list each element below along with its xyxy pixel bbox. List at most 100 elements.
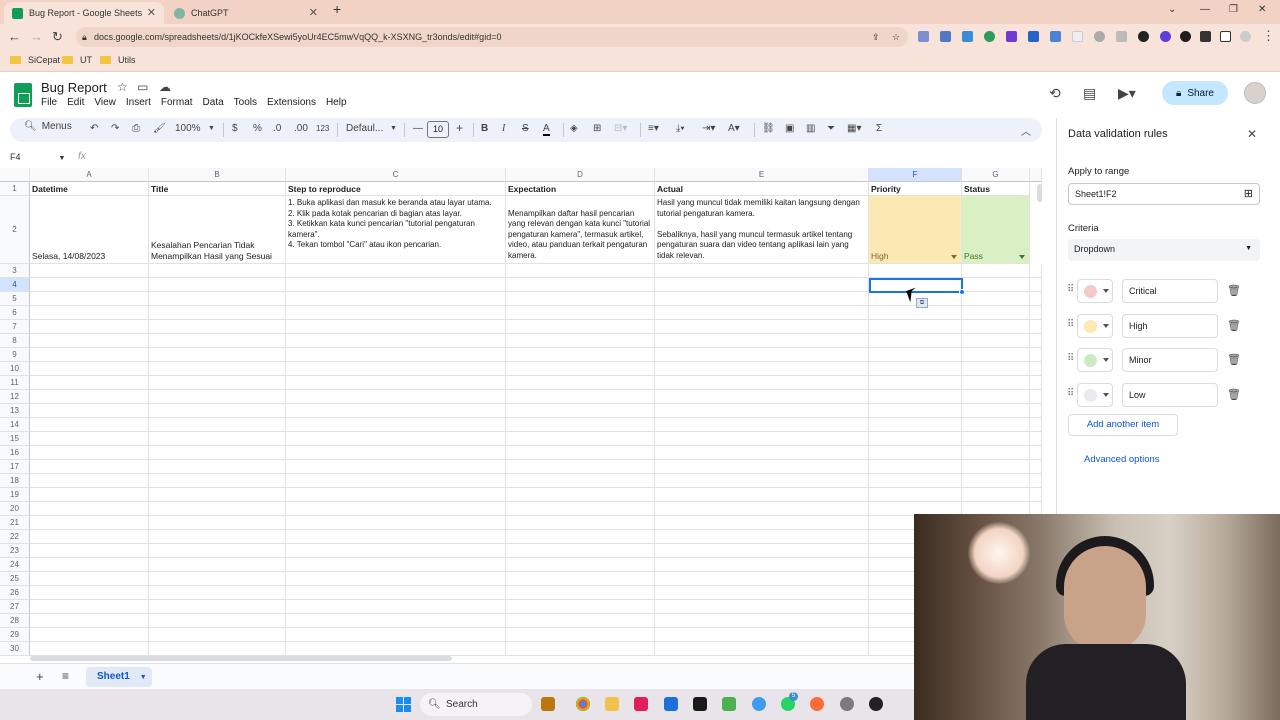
cell-actual[interactable]: Hasil yang muncul tidak memiliki kaitan … xyxy=(655,196,869,264)
all-sheets-icon[interactable]: ≡ xyxy=(62,669,69,683)
grid-cell[interactable] xyxy=(1030,362,1042,376)
grid-cell[interactable] xyxy=(1030,474,1042,488)
postman-icon[interactable] xyxy=(810,697,824,711)
advanced-options-link[interactable]: Advanced options xyxy=(1084,454,1160,465)
grid-cell[interactable] xyxy=(286,586,506,600)
grid-cell[interactable] xyxy=(506,390,655,404)
taskbar-search[interactable]: 🔍︎ Search xyxy=(420,693,532,716)
row-header-29[interactable]: 29 xyxy=(0,628,30,642)
print-icon[interactable]: ⎙ xyxy=(132,123,140,134)
item-input[interactable]: Minor xyxy=(1122,348,1218,372)
app-icon[interactable] xyxy=(664,697,678,711)
color-picker[interactable] xyxy=(1077,314,1113,338)
grid-cell[interactable] xyxy=(1030,390,1042,404)
grid-cell[interactable] xyxy=(869,320,962,334)
grid-cell[interactable] xyxy=(30,558,149,572)
grid-cell[interactable] xyxy=(506,292,655,306)
menu-format[interactable]: Format xyxy=(161,97,193,108)
horizontal-align-icon[interactable]: ≡▾ xyxy=(648,123,659,134)
column-header-g[interactable]: G xyxy=(962,168,1030,182)
cell-title[interactable]: Kesalahan Pencarian Tidak Menampilkan Ha… xyxy=(149,196,286,264)
grid-cell[interactable] xyxy=(30,376,149,390)
grid-cell[interactable] xyxy=(962,348,1030,362)
percent-button[interactable]: % xyxy=(253,123,262,134)
text-rotation-icon[interactable]: A▾ xyxy=(728,123,740,134)
grid-cell[interactable] xyxy=(962,432,1030,446)
grid-cell[interactable] xyxy=(655,418,869,432)
grid-cell[interactable] xyxy=(506,320,655,334)
grid-cell[interactable] xyxy=(30,488,149,502)
grid-cell[interactable] xyxy=(286,642,506,656)
grid-cell[interactable] xyxy=(506,530,655,544)
header-cell-steps[interactable]: Step to reproduce xyxy=(286,182,506,196)
extension-icon[interactable] xyxy=(962,31,973,42)
grid-cell[interactable] xyxy=(30,278,149,292)
grid-cell[interactable] xyxy=(506,418,655,432)
grid-cell[interactable] xyxy=(30,404,149,418)
row-header-28[interactable]: 28 xyxy=(0,614,30,628)
grid-cell[interactable] xyxy=(506,278,655,292)
grid-cell[interactable] xyxy=(655,488,869,502)
drag-handle-icon[interactable]: ⠿ xyxy=(1067,388,1074,399)
grid-cell[interactable] xyxy=(655,544,869,558)
grid-cell[interactable] xyxy=(655,292,869,306)
grid-cell[interactable] xyxy=(30,306,149,320)
column-header-f[interactable]: F xyxy=(869,168,962,182)
grid-cell[interactable] xyxy=(149,404,286,418)
item-input[interactable]: Low xyxy=(1122,383,1218,407)
grid-cell[interactable] xyxy=(506,516,655,530)
grid-cell[interactable] xyxy=(655,446,869,460)
grid-cell[interactable] xyxy=(1030,334,1042,348)
star-icon[interactable]: ☆ xyxy=(117,80,128,94)
grid-cell[interactable] xyxy=(506,474,655,488)
grid-cell[interactable] xyxy=(286,334,506,348)
grid-cell[interactable] xyxy=(869,376,962,390)
grid-cell[interactable] xyxy=(30,614,149,628)
grid-cell[interactable] xyxy=(1030,418,1042,432)
grid-cell[interactable] xyxy=(149,628,286,642)
grid-cell[interactable] xyxy=(1030,306,1042,320)
row-header-15[interactable]: 15 xyxy=(0,432,30,446)
grid-cell[interactable] xyxy=(655,306,869,320)
grid-cell[interactable] xyxy=(506,544,655,558)
undo-icon[interactable]: ↶ xyxy=(90,123,98,134)
grid-cell[interactable] xyxy=(286,348,506,362)
grid-cell[interactable] xyxy=(30,264,149,278)
grid-cell[interactable] xyxy=(655,348,869,362)
header-cell-datetime[interactable]: Datetime xyxy=(30,182,149,196)
reload-icon[interactable]: ↻ xyxy=(52,29,63,45)
grid-cell[interactable] xyxy=(286,432,506,446)
menu-data[interactable]: Data xyxy=(203,97,224,108)
color-picker[interactable] xyxy=(1077,348,1113,372)
grid-cell[interactable] xyxy=(30,572,149,586)
grid-cell[interactable] xyxy=(149,418,286,432)
grid-cell[interactable] xyxy=(655,502,869,516)
profile-icon[interactable] xyxy=(1240,31,1251,42)
grid-cell[interactable] xyxy=(30,530,149,544)
grid-cell[interactable] xyxy=(869,460,962,474)
grid-cell[interactable] xyxy=(869,446,962,460)
grid-cell[interactable] xyxy=(506,488,655,502)
header-cell-actual[interactable]: Actual xyxy=(655,182,869,196)
grid-cell[interactable] xyxy=(655,474,869,488)
grid-cell[interactable] xyxy=(869,390,962,404)
row-header-14[interactable]: 14 xyxy=(0,418,30,432)
extension-icon[interactable] xyxy=(1028,31,1039,42)
grid-cell[interactable] xyxy=(655,516,869,530)
menu-extensions[interactable]: Extensions xyxy=(267,97,316,108)
grid-cell[interactable] xyxy=(30,446,149,460)
grid-cell[interactable] xyxy=(506,502,655,516)
font-size-input[interactable]: 10 xyxy=(427,121,449,138)
grid-cell[interactable] xyxy=(149,320,286,334)
grid-cell[interactable] xyxy=(30,544,149,558)
share-page-icon[interactable]: ⇪ xyxy=(872,27,880,47)
cell-status-dropdown[interactable]: Pass xyxy=(962,196,1030,264)
grid-cell[interactable] xyxy=(962,292,1030,306)
grid-cell[interactable] xyxy=(1030,348,1042,362)
header-cell-title[interactable]: Title xyxy=(149,182,286,196)
grid-cell[interactable] xyxy=(149,446,286,460)
row-header-7[interactable]: 7 xyxy=(0,320,30,334)
paint-format-icon[interactable]: 🖌︎ xyxy=(153,123,166,134)
row-header-4[interactable]: 4 xyxy=(0,278,30,292)
grid-cell[interactable] xyxy=(1030,488,1042,502)
